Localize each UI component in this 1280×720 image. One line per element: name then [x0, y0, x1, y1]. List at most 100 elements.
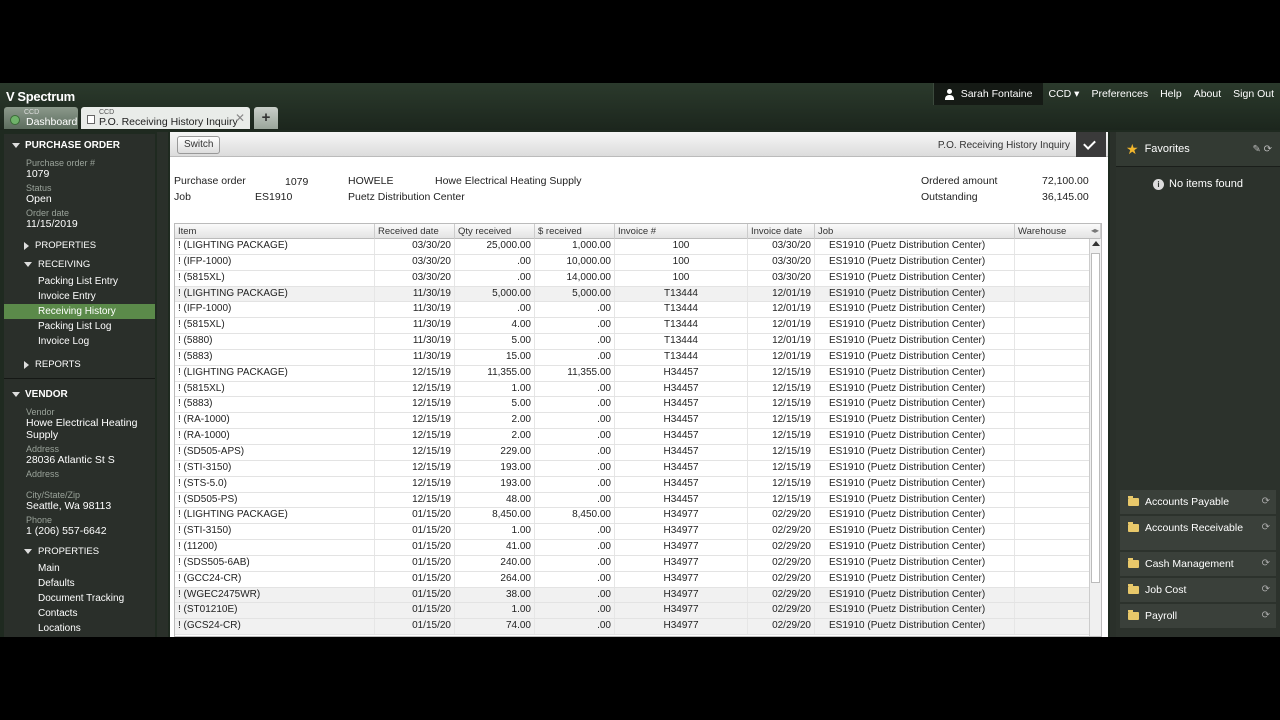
left-splitter[interactable] [157, 132, 168, 637]
table-row[interactable]: ! (LIGHTING PACKAGE) 03/30/20 25,000.00 1,0… [175, 239, 1101, 255]
grid-header: Item Received date Qty received $ receiv… [175, 224, 1101, 239]
col-received-date[interactable]: Received date [375, 224, 455, 239]
cell-item: ! (RA-1000) [175, 429, 375, 444]
cell-invoice-number: H34457 [615, 444, 748, 460]
table-row[interactable]: ! (IFP-1000) 03/30/20.00 10,000.00 100 03/30… [175, 254, 1101, 271]
table-row[interactable]: ! (5880) 11/30/19 5.00.00 T13444 12/01/19 ES1… [175, 334, 1101, 350]
nav-invoice-entry[interactable]: Invoice Entry [4, 289, 155, 304]
nav-packing-list-log[interactable]: Packing List Log [4, 319, 155, 334]
col-dollar-received[interactable]: $ received [535, 224, 615, 239]
table-row[interactable]: ! (WGEC2475WR) 01/15/20 38.00.00 H34977 02/2… [175, 587, 1101, 604]
table-row[interactable]: ! (SD505-PS) 12/15/19 48.00.00 H34457 12/15/… [175, 492, 1101, 509]
sign-out-link[interactable]: Sign Out [1227, 88, 1280, 100]
nav-receiving-history[interactable]: Receiving History [4, 304, 155, 319]
vertical-scrollbar[interactable] [1089, 239, 1101, 636]
module-cash-management[interactable]: Cash Management ⟳ [1120, 552, 1276, 576]
nav-invoice-log[interactable]: Invoice Log [4, 334, 155, 349]
nav-main[interactable]: Main [4, 561, 155, 576]
table-row[interactable]: ! (STI-3150) 01/15/20 1.00.00 H34977 02/29/2… [175, 524, 1101, 541]
sync-icon[interactable]: ⟳ [1262, 558, 1270, 569]
vendor-section[interactable]: VENDOR [4, 383, 155, 404]
col-invoice-number[interactable]: Invoice # [615, 224, 748, 239]
table-row[interactable]: ! (5883) 12/15/19 5.00.00 H34457 12/15/19 ES1… [175, 397, 1101, 414]
tab-dashboard[interactable]: CCD Dashboard [4, 107, 78, 129]
module-payroll[interactable]: Payroll ⟳ [1120, 604, 1276, 628]
sync-icon[interactable]: ⟳ [1262, 584, 1270, 595]
table-row[interactable]: ! (5815XL) 03/30/20.00 14,000.00 100 03/30/2… [175, 270, 1101, 287]
table-row[interactable]: ! (STI-3150) 12/15/19 193.00.00 H34457 12/15… [175, 460, 1101, 477]
nav-contacts[interactable]: Contacts [4, 606, 155, 621]
tab-po-receiving-history[interactable]: CCD P.O. Receiving History Inquiry ✕ [81, 107, 250, 129]
cell-item: ! (LIGHTING PACKAGE) [175, 365, 375, 381]
cell-item: ! (SDS505-6AB) [175, 555, 375, 571]
user-name: Sarah Fontaine [960, 88, 1033, 100]
table-row[interactable]: ! (RA-1000) 12/15/19 2.00.00 H34457 12/15/19… [175, 413, 1101, 430]
table-row[interactable]: ! (5883) 11/30/19 15.00.00 T13444 12/01/19 ES… [175, 349, 1101, 366]
nav-defaults[interactable]: Defaults [4, 576, 155, 591]
vendor-properties-section[interactable]: PROPERTIES [4, 542, 155, 561]
sync-icon[interactable]: ⟳ [1262, 522, 1270, 533]
table-row[interactable]: ! (LIGHTING PACKAGE) 11/30/19 5,000.00 5,00… [175, 286, 1101, 303]
add-tab-button[interactable]: + [254, 107, 278, 129]
nav-document-tracking[interactable]: Document Tracking [4, 591, 155, 606]
reports-section[interactable]: REPORTS [4, 355, 155, 374]
preferences-link[interactable]: Preferences [1085, 88, 1154, 100]
scroll-up-icon[interactable] [1092, 241, 1100, 246]
col-warehouse[interactable]: Warehouse [1015, 224, 1101, 239]
module-accounts-receivable[interactable]: Accounts Receivable ⟳ [1120, 516, 1276, 550]
table-row[interactable]: ! (LIGHTING PACKAGE) 12/15/19 11,355.00 11,… [175, 365, 1101, 382]
table-row[interactable]: ! (IFP-1000) 11/30/19.00.00 T13444 12/01/19… [175, 302, 1101, 319]
cell-item: ! (LIGHTING PACKAGE) [175, 239, 375, 254]
about-link[interactable]: About [1188, 88, 1227, 100]
cell-invoice-date: 12/01/19 [748, 286, 815, 302]
table-row[interactable]: ! (GCC24-CR) 01/15/20 264.00.00 H34977 02/29… [175, 571, 1101, 588]
company-select[interactable]: CCD ▾ [1043, 88, 1086, 100]
table-row[interactable]: ! (ST01210E) 01/15/20 1.00.00 H34977 02/29/2… [175, 603, 1101, 620]
user-menu[interactable]: Sarah Fontaine [932, 83, 1043, 105]
help-link[interactable]: Help [1154, 88, 1188, 100]
table-row[interactable]: ! (SDS505-6AB) 01/15/20 240.00.00 H34977 02/… [175, 555, 1101, 572]
checkmark-icon[interactable] [1076, 132, 1106, 157]
switch-button[interactable]: Switch [177, 136, 221, 154]
cell-received-date: 12/15/19 [375, 460, 455, 476]
purchase-order-section[interactable]: PURCHASE ORDER [4, 134, 155, 155]
cell-received-date: 01/15/20 [375, 540, 455, 555]
col-job[interactable]: Job [815, 224, 1015, 239]
module-accounts-payable[interactable]: Accounts Payable ⟳ [1120, 490, 1276, 514]
sync-icon[interactable]: ⟳ [1262, 496, 1270, 507]
main-panel: Switch P.O. Receiving History Inquiry Pu… [170, 132, 1108, 637]
nav-locations[interactable]: Locations [4, 621, 155, 636]
table-row[interactable]: ! (GCS24-CR) 01/15/20 74.00.00 H34977 02/29/… [175, 619, 1101, 636]
col-invoice-date[interactable]: Invoice date [748, 224, 815, 239]
cell-job: ES1910 (Puetz Distribution Center) [815, 540, 1015, 555]
properties-section[interactable]: PROPERTIES [4, 236, 155, 255]
table-row[interactable]: ! (RA-1000) 12/15/19 2.00.00 H34457 12/15/19… [175, 429, 1101, 445]
nav-packing-list-entry[interactable]: Packing List Entry [4, 274, 155, 289]
cell-invoice-number: 100 [615, 254, 748, 270]
col-qty-received[interactable]: Qty received [455, 224, 535, 239]
column-chooser-icon[interactable]: ◂▸ [1091, 226, 1099, 235]
close-tab-icon[interactable]: ✕ [235, 111, 245, 125]
table-row[interactable]: ! (11200) 01/15/20 41.00.00 H34977 02/29/20 E… [175, 540, 1101, 556]
cell-job: ES1910 (Puetz Distribution Center) [815, 492, 1015, 508]
sync-icon[interactable]: ⟳ [1262, 610, 1270, 621]
collapse-icon [24, 549, 32, 554]
cell-invoice-date: 12/15/19 [748, 492, 815, 508]
phone-value: 1 (206) 557-6642 [26, 525, 107, 537]
scroll-thumb[interactable] [1091, 253, 1100, 583]
cell-job: ES1910 (Puetz Distribution Center) [815, 302, 1015, 318]
table-row[interactable]: ! (STS-5.0) 12/15/19 193.00.00 H34457 12/15/… [175, 476, 1101, 493]
cell-dollar-received: .00 [535, 603, 615, 619]
panel-title: P.O. Receiving History Inquiry [937, 140, 1070, 151]
receiving-section[interactable]: RECEIVING [4, 255, 155, 274]
col-item[interactable]: Item [175, 224, 375, 239]
table-row[interactable]: ! (5815XL) 12/15/19 1.00.00 H34457 12/15/19 E… [175, 381, 1101, 398]
table-row[interactable]: ! (5815XL) 11/30/19 4.00.00 T13444 12/01/19 E… [175, 318, 1101, 335]
cell-invoice-date: 02/29/20 [748, 540, 815, 555]
module-job-cost[interactable]: Job Cost ⟳ [1120, 578, 1276, 602]
favorites-header[interactable]: ★ Favorites ✎ ⟳ [1116, 132, 1280, 167]
cell-invoice-number: H34977 [615, 540, 748, 555]
favorites-tools-icon[interactable]: ✎ ⟳ [1252, 144, 1272, 155]
table-row[interactable]: ! (LIGHTING PACKAGE) 01/15/20 8,450.00 8,45… [175, 508, 1101, 525]
table-row[interactable]: ! (SD505-APS) 12/15/19 229.00.00 H34457 12/1… [175, 444, 1101, 461]
